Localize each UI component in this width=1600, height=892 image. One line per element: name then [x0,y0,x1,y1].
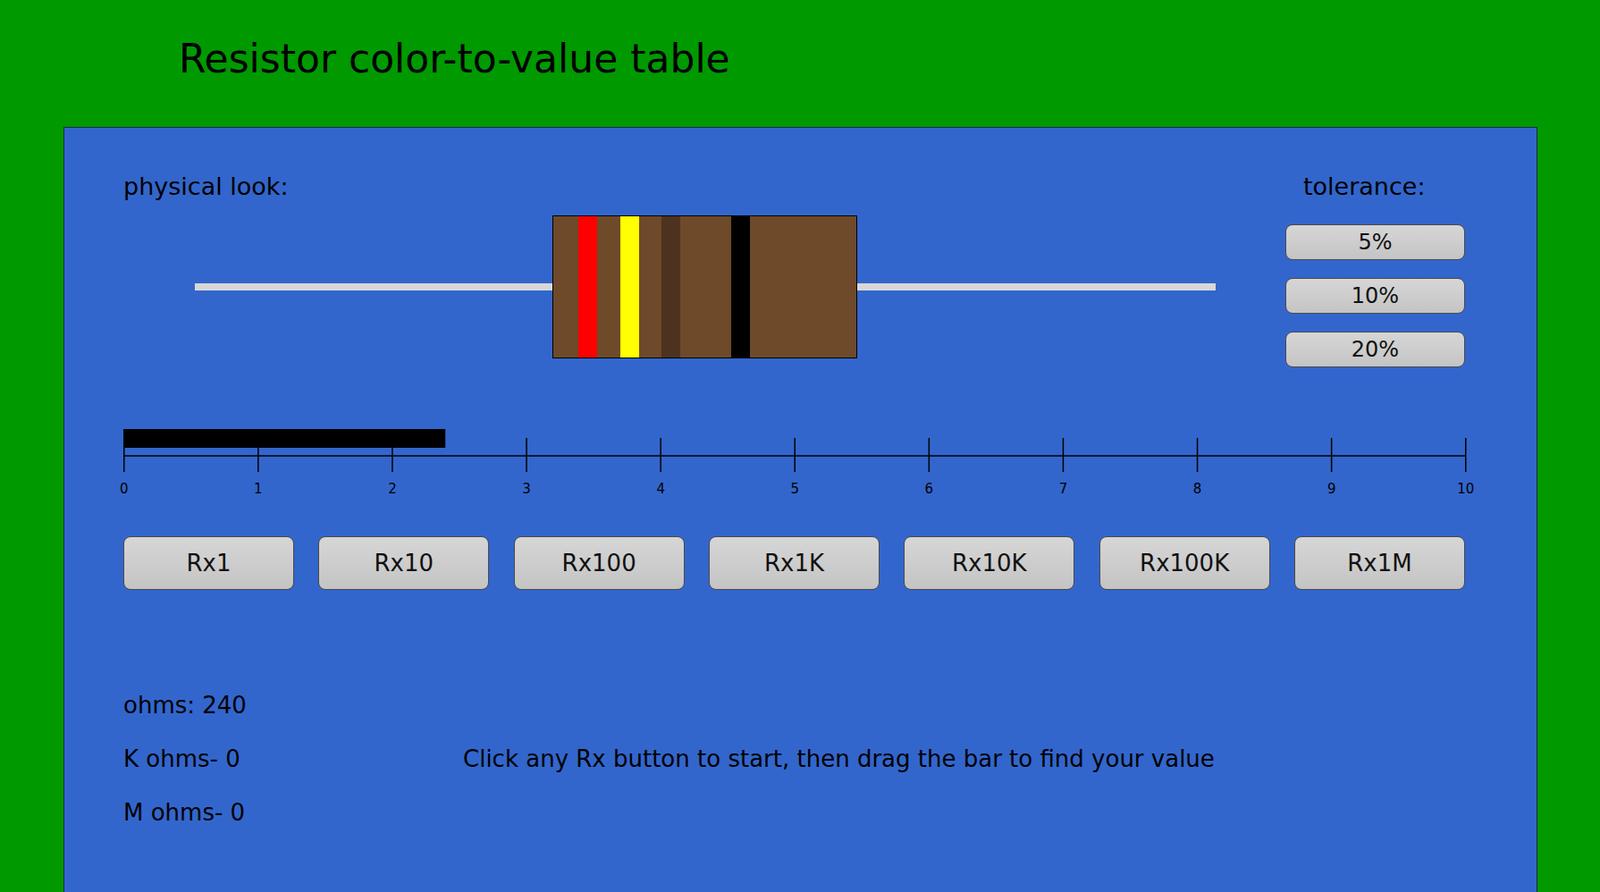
header: Resistor color-to-value table [0,0,1600,127]
color-band [578,216,598,358]
tick-label: 7 [1059,480,1069,497]
app-window: Resistor color-to-value table physical l… [0,0,1600,892]
tick-label: 2 [387,480,397,497]
value-slider: 012345678910 [123,429,1466,505]
multiplier-button[interactable]: Rx1M [1294,536,1466,590]
main-panel: physical look: tolerance: 5% 10% 20% 0 1 2 3 4… [63,126,1538,892]
color-band [731,216,750,358]
slider-tick [928,437,931,472]
reading: K ohms- 0 [123,732,464,786]
tick-label: 6 [925,480,935,497]
physical-look-label: physical look: [123,169,1216,204]
slider-tick [659,437,662,472]
multiplier-buttons: Rx1 Rx10 Rx100 Rx1K Rx10K Rx100K Rx1M [123,536,1466,590]
instruction-text: Click any Rx button to start, then drag … [463,732,1466,786]
tick-label: 0 [119,480,129,497]
tick-label: 4 [656,480,666,497]
slider-tick [1196,437,1199,472]
multiplier-button[interactable]: Rx100K [1099,536,1271,590]
multiplier-button[interactable]: Rx100 [513,536,685,590]
tolerance-button[interactable]: 5% [1285,224,1466,261]
multiplier-button[interactable]: Rx10 [318,536,489,590]
slider-tick [794,437,797,472]
tolerance-label: tolerance: [1285,169,1466,204]
color-band [661,216,681,358]
lead-right [857,283,1216,291]
resistor-body [552,215,858,359]
reading: M ohms- 0 [123,785,464,840]
tolerance-section: tolerance: 5% 10% 20% [1285,169,1466,368]
tick-label: 5 [790,480,800,497]
slider-tick [1330,437,1333,472]
tick-label: 1 [253,480,263,497]
multiplier-button[interactable]: Rx1 [123,536,295,590]
multiplier-button[interactable]: Rx1K [708,536,880,590]
resistor-icon [194,215,1216,359]
page-title: Resistor color-to-value table [178,35,1600,83]
tolerance-button[interactable]: 20% [1285,331,1466,368]
color-band [620,216,640,358]
multiplier-button[interactable]: Rx10K [903,536,1075,590]
slider-tick [1062,437,1065,472]
top-row: physical look: tolerance: 5% 10% 20% [123,169,1466,368]
tick-label: 8 [1193,480,1203,497]
tick-label: 10 [1456,480,1474,497]
tick-label: 9 [1327,480,1337,497]
tick-label: 3 [522,480,531,497]
tolerance-button[interactable]: 10% [1285,277,1466,314]
lead-left [194,283,553,291]
slider-tick [525,437,528,472]
reading: ohms: 240 [123,678,464,733]
readings-section: ohms: 240K ohms- 0M ohms- 0 Click any Rx… [123,678,1466,840]
readings: ohms: 240K ohms- 0M ohms- 0 [123,678,464,840]
slider-scale: 012345678910 [123,429,1500,505]
slider-tick [1465,437,1467,472]
physical-look-section: physical look: [123,169,1216,368]
slider-bar[interactable] [123,429,446,448]
tolerance-buttons: 5% 10% 20% [1285,224,1466,368]
